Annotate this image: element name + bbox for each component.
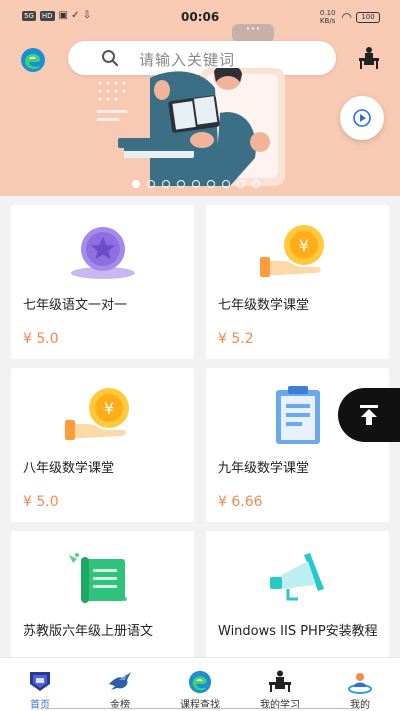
hd-badge: HD [39,10,55,21]
pager-dot[interactable] [222,180,230,188]
home-badge-icon [30,672,50,691]
course-price: ¥ 5.2 [218,331,254,347]
clipboard-icon [275,386,320,444]
svg-text:¥: ¥ [103,399,113,418]
wifi-icon: ◠ [341,10,352,24]
nav-item-home[interactable]: 首页 [0,658,80,711]
carousel-pager[interactable] [132,180,260,188]
bottom-nav: 首页 金榜 课程查找 我的学习 我的 [0,657,400,711]
scroll-icon [68,553,127,603]
network-speed: 0.10 KB/s [319,9,336,25]
search-input[interactable]: 请输入关键词 [139,49,235,70]
coin-hand-icon: ¥ [64,388,129,440]
search-icon [102,50,119,67]
desk-icon [269,670,291,692]
course-price: ¥ 6.66 [218,494,263,510]
battery-indicator: 100 [356,12,380,23]
pager-dot[interactable] [147,180,155,188]
course-title: 八年级数学课堂 [23,461,115,476]
course-card[interactable]: ¥ 八年级数学课堂 ¥ 5.0 [11,368,194,522]
nav-item-my-learning[interactable]: 我的学习 [240,658,320,711]
more-menu-pill[interactable]: ··· [232,21,274,42]
arrow-up-icon [360,405,378,425]
pager-dot[interactable] [177,180,185,188]
course-price: ¥ 5.0 [23,494,59,510]
network-badge: 5G [22,10,36,21]
teacher-desk-icon[interactable] [357,46,381,70]
pager-dot[interactable] [132,180,140,188]
bird-icon [109,672,131,690]
status-bar: 5G HD ▣ ✓ ⇩ 00:06 0.10 KB/s ◠ 100 [0,8,400,26]
course-title: 七年级数学课堂 [218,298,310,313]
profile-icon [348,673,372,694]
nav-item-course-search[interactable]: 课程查找 [160,658,240,711]
banner-carousel[interactable]: 5G HD ▣ ✓ ⇩ 00:06 0.10 KB/s ◠ 100 ··· 请输入… [0,0,400,196]
pager-dot[interactable] [192,180,200,188]
course-title: 七年级语文一对一 [23,298,128,313]
edge-logo-icon[interactable] [20,47,46,73]
banner-illustration [118,68,285,186]
play-icon [353,109,371,127]
nav-item-rank[interactable]: 金榜 [80,658,160,711]
edge-icon [188,670,212,694]
pager-dot[interactable] [162,180,170,188]
course-card[interactable]: ¥ 七年级数学课堂 ¥ 5.2 [206,205,389,359]
course-price: ¥ 5.0 [23,331,59,347]
notification-icon: ▣ ✓ ⇩ [58,10,92,21]
pager-dot[interactable] [252,180,260,188]
medal-star-icon [70,227,135,279]
nav-item-profile[interactable]: 我的 [320,658,400,711]
status-time: 00:06 [181,10,220,24]
course-card[interactable]: 苏教版六年级上册语文 [11,531,194,661]
course-title: Windows IIS PHP安装教程 [218,624,378,639]
back-to-top-button[interactable] [338,388,400,442]
pager-dot[interactable] [237,180,245,188]
megaphone-icon [269,553,324,601]
course-card[interactable]: 七年级语文一对一 ¥ 5.0 [11,205,194,359]
coin-hand-icon: ¥ [259,225,324,277]
course-title: 九年级数学课堂 [218,461,310,476]
pager-dot[interactable] [207,180,215,188]
course-title: 苏教版六年级上册语文 [23,624,154,639]
svg-text:¥: ¥ [298,236,308,255]
course-card[interactable]: Windows IIS PHP安装教程 [206,531,389,661]
video-play-button[interactable] [340,96,384,140]
